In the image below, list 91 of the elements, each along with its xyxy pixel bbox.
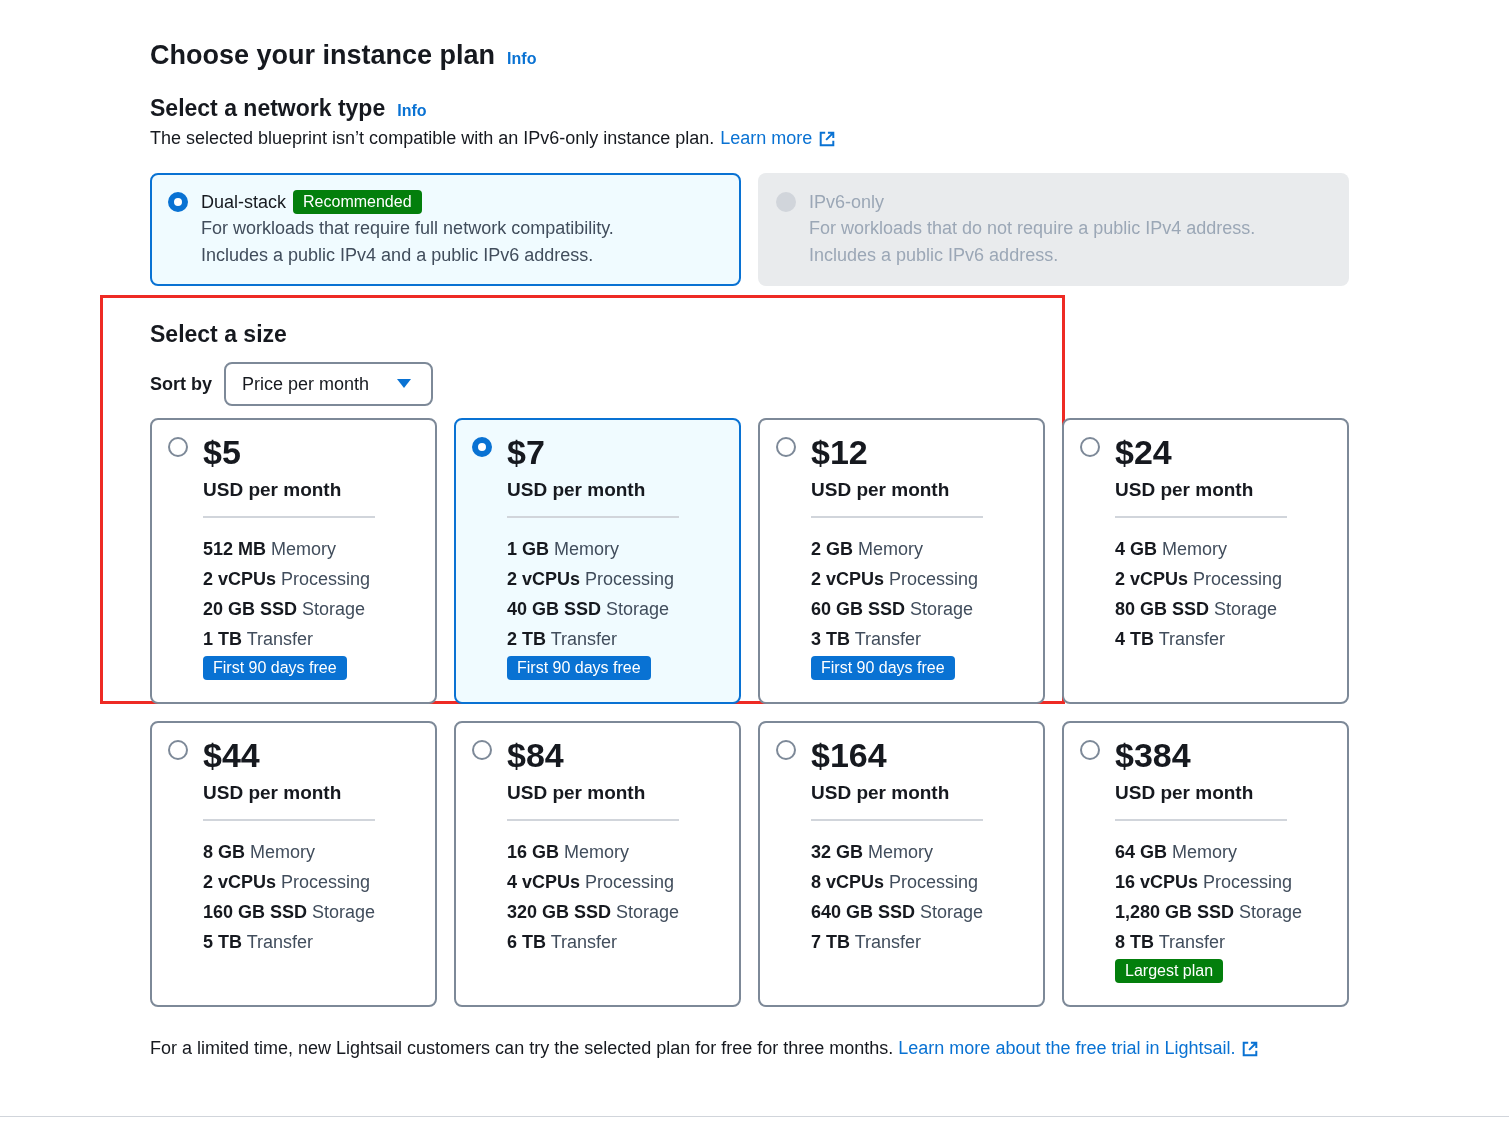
price-period: USD per month xyxy=(507,782,647,804)
plan-spec: 20 GB SSD Storage xyxy=(203,598,367,621)
plan-spec: 1,280 GB SSD Storage xyxy=(1115,901,1303,924)
free-trial-badge: First 90 days free xyxy=(507,656,651,680)
caret-icon xyxy=(397,379,411,389)
plan-spec: 1 TB Transfer xyxy=(203,628,315,651)
external-link-icon xyxy=(1240,1040,1259,1059)
plan-spec: 2 vCPUs Processing xyxy=(1115,568,1284,591)
free-trial-badge: First 90 days free xyxy=(811,656,955,680)
section-heading: Select a size xyxy=(150,321,288,348)
plan-spec: 5 TB Transfer xyxy=(203,931,315,954)
plan-spec: 4 vCPUs Processing xyxy=(507,871,676,894)
radio-button[interactable] xyxy=(168,192,188,212)
largest-plan-badge: Largest plan xyxy=(1115,959,1224,983)
plan-spec: 6 TB Transfer xyxy=(507,931,619,954)
plan-spec: 2 vCPUs Processing xyxy=(203,871,372,894)
plan-price: $384 xyxy=(1115,736,1192,774)
page-title: Choose your instance plan xyxy=(150,40,496,71)
price-period: USD per month xyxy=(1115,479,1255,501)
option-description: For workloads that do not require a public IPv4 address. xyxy=(809,217,1256,240)
option-description: Includes a public IPv6 address. xyxy=(809,244,1060,267)
radio-button[interactable] xyxy=(1080,437,1100,457)
description-text: The selected blueprint isn’t compatible with an IPv6-only instance plan. xyxy=(150,128,715,149)
section-heading: Select a network type xyxy=(150,95,386,122)
plan-spec: 64 GB Memory xyxy=(1115,841,1239,864)
plan-card[interactable]: $7 USD per month 1 GB Memory 2 vCPUs Processing 40 GB SSD Storage 2 TB Transfer First 90 days free xyxy=(454,418,741,704)
radio-button[interactable] xyxy=(776,437,796,457)
plan-price: $44 xyxy=(203,736,261,774)
learn-more-link[interactable]: Learn more xyxy=(720,128,813,149)
plan-spec: 2 vCPUs Processing xyxy=(507,568,676,591)
radio-button[interactable] xyxy=(1080,740,1100,760)
option-description: Includes a public IPv4 and a public IPv6 address. xyxy=(201,244,595,267)
plan-card[interactable]: $5 USD per month 512 MB Memory 2 vCPUs Processing 20 GB SSD Storage 1 TB Transfer First 90 days free xyxy=(150,418,437,704)
plan-card[interactable]: $12 USD per month 2 GB Memory 2 vCPUs Processing 60 GB SSD Storage 3 TB Transfer First 90 days free xyxy=(758,418,1045,704)
price-period: USD per month xyxy=(203,479,343,501)
plan-spec: 7 TB Transfer xyxy=(811,931,923,954)
info-link[interactable]: Info xyxy=(397,102,427,120)
radio-button[interactable] xyxy=(472,437,492,457)
free-trial-badge: First 90 days free xyxy=(203,656,347,680)
plan-price: $7 xyxy=(507,433,546,471)
plan-card[interactable]: $84 USD per month 16 GB Memory 4 vCPUs Processing 320 GB SSD Storage 6 TB Transfer xyxy=(454,721,741,1007)
plan-spec: 3 TB Transfer xyxy=(811,628,923,651)
price-period: USD per month xyxy=(203,782,343,804)
price-period: USD per month xyxy=(507,479,647,501)
option-label: IPv6-only xyxy=(809,191,885,213)
plan-spec: 40 GB SSD Storage xyxy=(507,598,671,621)
radio-button[interactable] xyxy=(776,740,796,760)
free-trial-link[interactable]: Learn more about the free trial in Lightsail. xyxy=(898,1038,1236,1058)
footer-note: For a limited time, new Lightsail customers can try the selected plan for free for three months. Learn more about the free trial in Lightsail. xyxy=(150,1035,1280,1062)
radio-button[interactable] xyxy=(472,740,492,760)
plan-spec: 1 GB Memory xyxy=(507,538,621,561)
plan-card[interactable]: $24 USD per month 4 GB Memory 2 vCPUs Processing 80 GB SSD Storage 4 TB Transfer xyxy=(1062,418,1349,704)
sort-label: Sort by xyxy=(150,373,212,395)
plan-price: $24 xyxy=(1115,433,1173,471)
plan-card[interactable]: $44 USD per month 8 GB Memory 2 vCPUs Processing 160 GB SSD Storage 5 TB Transfer xyxy=(150,721,437,1007)
plan-spec: 8 vCPUs Processing xyxy=(811,871,980,894)
info-link[interactable]: Info xyxy=(507,50,537,68)
option-description: For workloads that require full network compatibility. xyxy=(201,217,614,240)
plan-spec: 4 GB Memory xyxy=(1115,538,1229,561)
plan-spec: 2 TB Transfer xyxy=(507,628,619,651)
plan-spec: 8 GB Memory xyxy=(203,841,317,864)
plan-spec: 2 vCPUs Processing xyxy=(203,568,372,591)
plan-spec: 16 GB Memory xyxy=(507,841,631,864)
option-label: Dual-stack xyxy=(201,191,287,213)
plan-spec: 16 vCPUs Processing xyxy=(1115,871,1294,894)
plan-price: $84 xyxy=(507,736,565,774)
plan-price: $164 xyxy=(811,736,888,774)
plan-spec: 512 MB Memory xyxy=(203,538,338,561)
plan-spec: 2 vCPUs Processing xyxy=(811,568,980,591)
plan-spec: 4 TB Transfer xyxy=(1115,628,1227,651)
external-link-icon xyxy=(818,129,837,148)
plan-spec: 8 TB Transfer xyxy=(1115,931,1227,954)
plan-card[interactable]: $164 USD per month 32 GB Memory 8 vCPUs Processing 640 GB SSD Storage 7 TB Transfer xyxy=(758,721,1045,1007)
plan-card[interactable]: $384 USD per month 64 GB Memory 16 vCPUs Processing 1,280 GB SSD Storage 8 TB Transfer Largest plan xyxy=(1062,721,1349,1007)
plan-spec: 60 GB SSD Storage xyxy=(811,598,975,621)
plan-price: $12 xyxy=(811,433,869,471)
plan-spec: 32 GB Memory xyxy=(811,841,935,864)
price-period: USD per month xyxy=(1115,782,1255,804)
network-option-card[interactable]: Dual-stack Recommended For workloads that require full network compatibility. Includes a public IPv4 and a public IPv6 address. xyxy=(150,173,741,286)
sort-dropdown[interactable]: Price per month xyxy=(224,362,433,406)
plan-spec: 640 GB SSD Storage xyxy=(811,901,984,924)
radio-button[interactable] xyxy=(168,437,188,457)
plan-spec: 80 GB SSD Storage xyxy=(1115,598,1279,621)
plan-spec: 320 GB SSD Storage xyxy=(507,901,680,924)
price-period: USD per month xyxy=(811,782,951,804)
recommended-badge: Recommended xyxy=(293,190,422,214)
plan-spec: 2 GB Memory xyxy=(811,538,925,561)
plan-price: $5 xyxy=(203,433,242,471)
plan-spec: 160 GB SSD Storage xyxy=(203,901,376,924)
radio-button[interactable] xyxy=(168,740,188,760)
price-period: USD per month xyxy=(811,479,951,501)
